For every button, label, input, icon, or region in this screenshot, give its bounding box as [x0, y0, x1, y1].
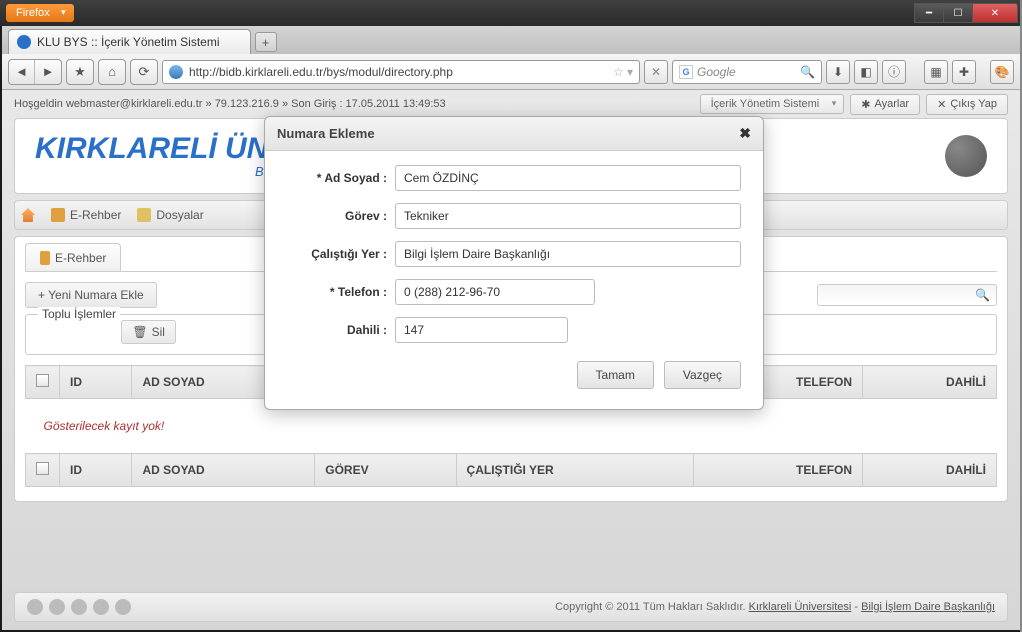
window-minimize-button[interactable]: ━ — [914, 3, 944, 23]
status-row: Hoşgeldin webmaster@kirklareli.edu.tr » … — [2, 90, 1020, 118]
back-button[interactable]: ◄ — [9, 60, 35, 84]
search-icon[interactable]: 🔍 — [800, 65, 815, 79]
gear-icon: ✱ — [861, 98, 870, 111]
tab-bar: KLU BYS :: İçerik Yönetim Sistemi + — [2, 26, 1020, 54]
bookmarks-button[interactable]: ★ — [67, 60, 93, 84]
col-dahili[interactable]: DAHİLİ — [863, 366, 997, 399]
modal-close-button[interactable]: ✖ — [739, 125, 751, 142]
addon-button-3[interactable]: ▦ — [924, 60, 948, 84]
label-adsoyad: * Ad Soyad : — [287, 171, 395, 185]
footer-icon-4[interactable] — [93, 599, 109, 615]
label-telefon: * Telefon : — [287, 285, 395, 299]
search-box[interactable]: G Google 🔍 — [672, 60, 822, 84]
globe-icon — [945, 135, 987, 177]
home-button[interactable]: ⌂ — [99, 60, 125, 84]
site-subtitle: Bilg — [35, 164, 277, 179]
search-icon: 🔍 — [975, 288, 990, 302]
footer-icon-2[interactable] — [49, 599, 65, 615]
addon-button-5[interactable]: 🎨 — [990, 60, 1014, 84]
input-calistigi[interactable] — [395, 241, 741, 267]
search-placeholder: Google — [697, 65, 736, 79]
modal-cancel-button[interactable]: Vazgeç — [664, 361, 741, 389]
tab-title: KLU BYS :: İçerik Yönetim Sistemi — [37, 35, 220, 49]
card-search-input[interactable]: 🔍 — [817, 284, 997, 306]
add-number-button[interactable]: + Yeni Numara Ekle — [25, 282, 157, 308]
add-number-modal: Numara Ekleme ✖ * Ad Soyad : Görev : Çal… — [264, 116, 764, 410]
window-titlebar: Firefox ━ ☐ ✕ — [0, 0, 1022, 26]
input-telefon[interactable] — [395, 279, 595, 305]
copyright-text: Copyright © 2011 Tüm Hakları Saklıdır. K… — [555, 601, 995, 613]
stop-button[interactable]: ✕ — [644, 60, 668, 84]
forward-button[interactable]: ► — [35, 60, 61, 84]
navigation-toolbar: ◄ ► ★ ⌂ ⟳ http://bidb.kirklareli.edu.tr/… — [2, 54, 1020, 90]
window-close-button[interactable]: ✕ — [972, 3, 1018, 23]
input-gorev[interactable] — [395, 203, 741, 229]
addon-button-4[interactable]: ✚ — [952, 60, 976, 84]
google-icon: G — [679, 65, 693, 79]
addon-button-1[interactable]: ◧ — [854, 60, 878, 84]
book-icon — [40, 251, 50, 265]
site-identity-icon — [169, 65, 183, 79]
bookmark-star-icon[interactable]: ☆ ▾ — [613, 65, 633, 79]
browser-tab-active[interactable]: KLU BYS :: İçerik Yönetim Sistemi — [8, 29, 251, 54]
nav-home[interactable] — [21, 208, 35, 222]
logout-button[interactable]: ✕Çıkış Yap — [926, 94, 1008, 115]
label-gorev: Görev : — [287, 209, 395, 223]
trash-icon: 🗑 — [132, 325, 147, 339]
select-all-checkbox[interactable] — [36, 374, 49, 387]
page-footer: Copyright © 2011 Tüm Hakları Saklıdır. K… — [14, 592, 1008, 622]
footer-icon-5[interactable] — [115, 599, 131, 615]
modal-ok-button[interactable]: Tamam — [577, 361, 654, 389]
site-title: KIRKLARELİ ÜNİ — [35, 134, 277, 164]
book-icon — [51, 208, 65, 222]
folder-icon — [137, 208, 151, 222]
footer-link-university[interactable]: Kırklareli Üniversitesi — [749, 601, 852, 613]
home-icon — [21, 208, 35, 222]
label-dahili: Dahili : — [287, 323, 395, 337]
favicon-icon — [17, 35, 31, 49]
footer-link-department[interactable]: Bilgi İşlem Daire Başkanlığı — [861, 601, 995, 613]
reload-button[interactable]: ⟳ — [131, 60, 157, 84]
window-maximize-button[interactable]: ☐ — [943, 3, 973, 23]
bulk-legend: Toplu İşlemler — [38, 307, 120, 321]
modal-title: Numara Ekleme — [277, 126, 375, 141]
col-id[interactable]: ID — [60, 366, 132, 399]
firefox-menu-button[interactable]: Firefox — [6, 4, 74, 22]
system-dropdown[interactable]: İçerik Yönetim Sistemi — [700, 94, 845, 114]
tab-erehber[interactable]: E-Rehber — [25, 243, 121, 271]
addon-button-2[interactable]: ⓘ — [882, 60, 906, 84]
input-adsoyad[interactable] — [395, 165, 741, 191]
table-footer-row: ID AD SOYAD GÖREV ÇALIŞTIĞI YER TELEFON … — [26, 454, 997, 487]
label-calistigi: Çalıştığı Yer : — [287, 247, 395, 261]
bulk-delete-button[interactable]: 🗑Sil — [121, 320, 176, 344]
footer-icon-3[interactable] — [71, 599, 87, 615]
footer-icon-1[interactable] — [27, 599, 43, 615]
modal-header[interactable]: Numara Ekleme ✖ — [265, 117, 763, 151]
downloads-button[interactable]: ⬇ — [826, 60, 850, 84]
nav-erehber[interactable]: E-Rehber — [51, 208, 121, 222]
url-text: http://bidb.kirklareli.edu.tr/bys/modul/… — [189, 65, 453, 79]
nav-dosyalar[interactable]: Dosyalar — [137, 208, 203, 222]
address-bar[interactable]: http://bidb.kirklareli.edu.tr/bys/modul/… — [162, 60, 640, 84]
settings-button[interactable]: ✱Ayarlar — [850, 94, 920, 115]
new-tab-button[interactable]: + — [255, 32, 277, 52]
exit-icon: ✕ — [937, 98, 946, 111]
select-all-checkbox-footer[interactable] — [36, 462, 49, 475]
input-dahili[interactable] — [395, 317, 568, 343]
welcome-text: Hoşgeldin webmaster@kirklareli.edu.tr » … — [14, 98, 446, 110]
